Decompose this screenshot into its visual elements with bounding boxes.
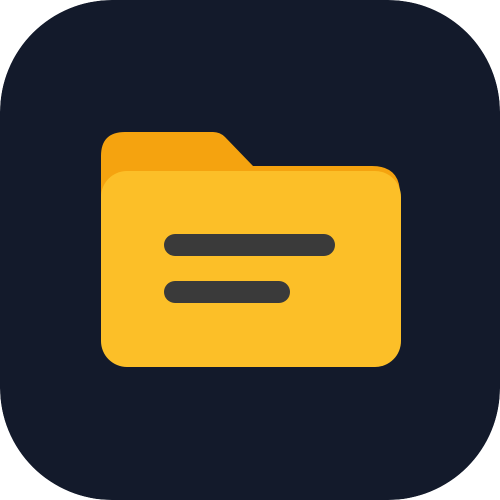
app-icon-stage — [0, 0, 500, 500]
folder-document-icon — [0, 0, 500, 500]
document-line-short — [164, 281, 290, 303]
document-line-long — [164, 234, 335, 256]
folder-front-icon — [101, 171, 401, 367]
app-icon-background[interactable] — [0, 0, 500, 500]
